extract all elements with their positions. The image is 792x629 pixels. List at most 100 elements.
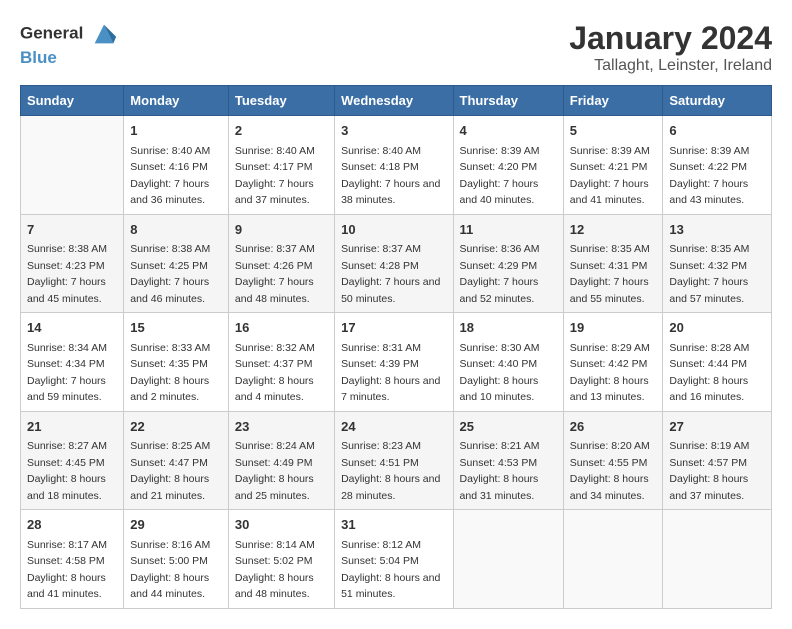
week-row-2: 7Sunrise: 8:38 AMSunset: 4:23 PMDaylight… [21,214,772,313]
calendar-cell: 22 Sunrise: 8:25 AMSunset: 4:47 PMDayligh… [124,411,229,510]
day-detail: Sunrise: 8:17 AMSunset: 4:58 PMDaylight:… [27,539,107,601]
calendar-header-row: SundayMondayTuesdayWednesdayThursdayFrid… [21,86,772,116]
title-block: January 2024 Tallaght, Leinster, Ireland [569,20,772,75]
day-number: 19 [570,318,657,338]
day-detail: Sunrise: 8:14 AMSunset: 5:02 PMDaylight:… [235,539,315,601]
header-wednesday: Wednesday [335,86,453,116]
day-number: 10 [341,220,446,240]
day-number: 4 [460,121,557,141]
day-detail: Sunrise: 8:19 AMSunset: 4:57 PMDaylight:… [669,440,749,502]
day-number: 5 [570,121,657,141]
week-row-3: 14 Sunrise: 8:34 AMSunset: 4:34 PMDayligh… [21,313,772,412]
calendar-cell: 27Sunrise: 8:19 AMSunset: 4:57 PMDayligh… [663,411,772,510]
calendar-cell: 19 Sunrise: 8:29 AMSunset: 4:42 PMDayligh… [563,313,663,412]
day-number: 26 [570,417,657,437]
calendar-cell [453,510,563,609]
calendar-subtitle: Tallaght, Leinster, Ireland [569,57,772,75]
day-detail: Sunrise: 8:39 AMSunset: 4:22 PMDaylight:… [669,145,749,207]
calendar-cell: 25Sunrise: 8:21 AMSunset: 4:53 PMDayligh… [453,411,563,510]
calendar-cell: 11 Sunrise: 8:36 AMSunset: 4:29 PMDayligh… [453,214,563,313]
calendar-cell: 20 Sunrise: 8:28 AMSunset: 4:44 PMDayligh… [663,313,772,412]
day-detail: Sunrise: 8:12 AMSunset: 5:04 PMDaylight:… [341,539,440,601]
calendar-cell: 14 Sunrise: 8:34 AMSunset: 4:34 PMDayligh… [21,313,124,412]
day-number: 6 [669,121,765,141]
day-number: 25 [460,417,557,437]
day-detail: Sunrise: 8:29 AMSunset: 4:42 PMDaylight:… [570,342,650,404]
calendar-cell: 10 Sunrise: 8:37 AMSunset: 4:28 PMDayligh… [335,214,453,313]
calendar-cell [663,510,772,609]
calendar-cell: 2Sunrise: 8:40 AMSunset: 4:17 PMDaylight… [228,116,334,215]
calendar-cell: 15Sunrise: 8:33 AMSunset: 4:35 PMDayligh… [124,313,229,412]
day-detail: Sunrise: 8:24 AMSunset: 4:49 PMDaylight:… [235,440,315,502]
day-detail: Sunrise: 8:23 AMSunset: 4:51 PMDaylight:… [341,440,440,502]
day-number: 13 [669,220,765,240]
day-number: 16 [235,318,328,338]
calendar-cell: 9Sunrise: 8:37 AMSunset: 4:26 PMDaylight… [228,214,334,313]
header-thursday: Thursday [453,86,563,116]
day-detail: Sunrise: 8:39 AMSunset: 4:20 PMDaylight:… [460,145,540,207]
day-detail: Sunrise: 8:37 AMSunset: 4:28 PMDaylight:… [341,243,440,305]
calendar-cell: 4 Sunrise: 8:39 AMSunset: 4:20 PMDaylight… [453,116,563,215]
day-detail: Sunrise: 8:36 AMSunset: 4:29 PMDaylight:… [460,243,540,305]
calendar-cell: 29 Sunrise: 8:16 AMSunset: 5:00 PMDayligh… [124,510,229,609]
calendar-cell: 3 Sunrise: 8:40 AMSunset: 4:18 PMDaylight… [335,116,453,215]
day-number: 20 [669,318,765,338]
page-header: General Blue January 2024 Tallaght, Lein… [20,20,772,75]
calendar-cell: 13 Sunrise: 8:35 AMSunset: 4:32 PMDayligh… [663,214,772,313]
day-detail: Sunrise: 8:38 AMSunset: 4:25 PMDaylight:… [130,243,210,305]
calendar-cell: 28 Sunrise: 8:17 AMSunset: 4:58 PMDayligh… [21,510,124,609]
header-friday: Friday [563,86,663,116]
day-detail: Sunrise: 8:16 AMSunset: 5:00 PMDaylight:… [130,539,210,601]
day-number: 24 [341,417,446,437]
calendar-title: January 2024 [569,20,772,57]
day-number: 7 [27,220,117,240]
day-detail: Sunrise: 8:32 AMSunset: 4:37 PMDaylight:… [235,342,315,404]
day-detail: Sunrise: 8:37 AMSunset: 4:26 PMDaylight:… [235,243,315,305]
day-number: 14 [27,318,117,338]
logo-blue: Blue [20,48,118,68]
calendar-cell: 7Sunrise: 8:38 AMSunset: 4:23 PMDaylight… [21,214,124,313]
day-detail: Sunrise: 8:28 AMSunset: 4:44 PMDaylight:… [669,342,749,404]
day-number: 28 [27,515,117,535]
day-detail: Sunrise: 8:27 AMSunset: 4:45 PMDaylight:… [27,440,107,502]
day-number: 15 [130,318,222,338]
day-number: 1 [130,121,222,141]
day-number: 3 [341,121,446,141]
day-detail: Sunrise: 8:35 AMSunset: 4:31 PMDaylight:… [570,243,650,305]
day-detail: Sunrise: 8:20 AMSunset: 4:55 PMDaylight:… [570,440,650,502]
calendar-cell: 30Sunrise: 8:14 AMSunset: 5:02 PMDayligh… [228,510,334,609]
day-number: 23 [235,417,328,437]
header-sunday: Sunday [21,86,124,116]
day-detail: Sunrise: 8:30 AMSunset: 4:40 PMDaylight:… [460,342,540,404]
day-number: 11 [460,220,557,240]
day-detail: Sunrise: 8:25 AMSunset: 4:47 PMDaylight:… [130,440,210,502]
calendar-cell: 31Sunrise: 8:12 AMSunset: 5:04 PMDayligh… [335,510,453,609]
day-detail: Sunrise: 8:40 AMSunset: 4:18 PMDaylight:… [341,145,440,207]
calendar-table: SundayMondayTuesdayWednesdayThursdayFrid… [20,85,772,609]
header-saturday: Saturday [663,86,772,116]
calendar-cell: 16 Sunrise: 8:32 AMSunset: 4:37 PMDayligh… [228,313,334,412]
day-detail: Sunrise: 8:35 AMSunset: 4:32 PMDaylight:… [669,243,749,305]
logo: General Blue [20,20,118,68]
day-number: 2 [235,121,328,141]
calendar-cell: 17Sunrise: 8:31 AMSunset: 4:39 PMDayligh… [335,313,453,412]
calendar-cell: 12 Sunrise: 8:35 AMSunset: 4:31 PMDayligh… [563,214,663,313]
day-detail: Sunrise: 8:40 AMSunset: 4:16 PMDaylight:… [130,145,210,207]
day-number: 8 [130,220,222,240]
header-tuesday: Tuesday [228,86,334,116]
calendar-cell [563,510,663,609]
calendar-cell: 24 Sunrise: 8:23 AMSunset: 4:51 PMDayligh… [335,411,453,510]
calendar-cell: 8 Sunrise: 8:38 AMSunset: 4:25 PMDaylight… [124,214,229,313]
day-detail: Sunrise: 8:31 AMSunset: 4:39 PMDaylight:… [341,342,440,404]
calendar-cell: 21Sunrise: 8:27 AMSunset: 4:45 PMDayligh… [21,411,124,510]
day-number: 29 [130,515,222,535]
calendar-cell: 26 Sunrise: 8:20 AMSunset: 4:55 PMDayligh… [563,411,663,510]
day-detail: Sunrise: 8:34 AMSunset: 4:34 PMDaylight:… [27,342,107,404]
calendar-cell: 18Sunrise: 8:30 AMSunset: 4:40 PMDayligh… [453,313,563,412]
day-number: 22 [130,417,222,437]
day-number: 12 [570,220,657,240]
logo-general: General [20,20,118,48]
calendar-cell: 5Sunrise: 8:39 AMSunset: 4:21 PMDaylight… [563,116,663,215]
week-row-4: 21Sunrise: 8:27 AMSunset: 4:45 PMDayligh… [21,411,772,510]
week-row-5: 28 Sunrise: 8:17 AMSunset: 4:58 PMDayligh… [21,510,772,609]
